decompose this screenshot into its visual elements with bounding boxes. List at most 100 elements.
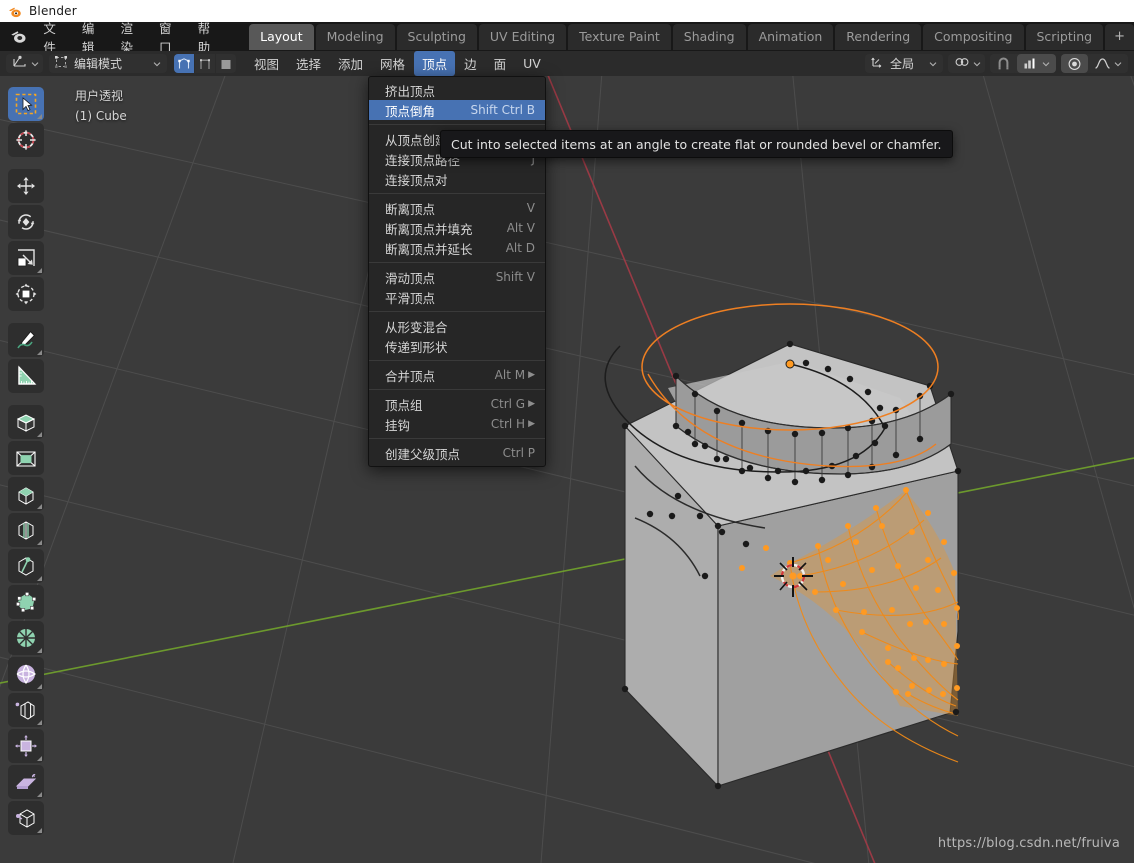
tool-measure[interactable] [8,359,44,393]
chevron-down-icon [153,57,161,71]
tool-bevel[interactable] [8,477,44,511]
menu-item-propagate-to-shapes[interactable]: 传递到形状 [369,336,545,356]
header-right-group: 全局 [865,54,1128,73]
tool-rip-region[interactable] [8,801,44,835]
tab-shading[interactable]: Shading [672,23,746,50]
menu-item-bevel-vertices[interactable]: 顶点倒角 Shift Ctrl B [369,100,545,120]
tool-knife[interactable] [8,549,44,583]
menu-item-smooth-vertices[interactable]: 平滑顶点 [369,287,545,307]
tool-loop-cut[interactable] [8,513,44,547]
tool-annotate[interactable] [8,323,44,357]
tab-scripting[interactable]: Scripting [1025,23,1104,50]
vp-menu-view[interactable]: 视图 [246,51,287,76]
tool-rotate[interactable] [8,205,44,239]
tool-move[interactable] [8,169,44,203]
tool-extrude-region[interactable] [8,405,44,439]
add-workspace-button[interactable]: + [1105,23,1134,50]
chevron-down-icon [1042,57,1050,71]
mode-selector[interactable]: 编辑模式 [49,54,167,73]
tool-submenu-corner-icon [37,432,42,437]
menu-separator [369,311,545,312]
3d-viewport[interactable]: 用户透视 (1) Cube https://blog.csdn.net/frui… [0,76,1134,863]
tab-rendering[interactable]: Rendering [835,23,922,50]
vp-menu-add[interactable]: 添加 [330,51,371,76]
tab-texture-paint[interactable]: Texture Paint [568,23,671,50]
blender-top-bar: 文件 编辑 渲染 窗口 帮助 Layout Modeling Sculpting… [0,21,1134,55]
menu-item-blend-from-shape[interactable]: 从形变混合 [369,316,545,336]
tool-spin[interactable] [8,621,44,655]
mode-label: 编辑模式 [74,57,123,71]
blender-icon[interactable] [7,28,30,45]
chevron-down-icon [31,57,39,71]
menu-item-merge-vertices[interactable]: 合并顶点 Alt M ▶ [369,365,545,385]
vp-menu-select[interactable]: 选择 [288,51,329,76]
tab-modeling[interactable]: Modeling [315,23,395,50]
tab-layout[interactable]: Layout [249,23,314,50]
face-select-icon[interactable] [216,54,236,73]
menu-item-label: 顶点倒角 [385,103,436,119]
submenu-arrow-icon: ▶ [528,370,535,380]
tab-sculpting[interactable]: Sculpting [396,23,477,50]
menu-item-shortcut: Alt D [505,241,535,255]
tool-smooth[interactable] [8,657,44,691]
menu-item-make-vertex-parent[interactable]: 创建父级顶点 Ctrl P [369,443,545,463]
tool-submenu-corner-icon [37,756,42,761]
menu-separator [369,389,545,390]
tab-uv-editing[interactable]: UV Editing [478,23,567,50]
editor-type-button[interactable] [6,54,43,73]
tool-tweak[interactable] [8,87,44,121]
menu-item-label: 从形变混合 [385,319,448,335]
menu-item-shortcut: Ctrl H [490,417,526,431]
edge-select-icon[interactable] [195,54,215,73]
toolbar-gap [8,159,44,167]
menu-item-vertex-groups[interactable]: 顶点组 Ctrl G ▶ [369,394,545,414]
vp-menu-vertex[interactable]: 顶点 [414,51,456,76]
tool-inset-faces[interactable] [8,441,44,475]
tool-edge-slide[interactable] [8,693,44,727]
tool-submenu-corner-icon [37,576,42,581]
blender-logo-icon [8,4,22,18]
chevron-down-icon [973,57,981,71]
edit-mode-icon [54,55,68,72]
menu-item-rip-vertices-fill[interactable]: 断离顶点并填充 Alt V [369,218,545,238]
tooltip-text: Cut into selected items at an angle to c… [451,136,942,152]
pivot-point-button[interactable] [948,54,985,73]
menu-item-label: 挤出顶点 [385,83,436,99]
tool-transform[interactable] [8,277,44,311]
smooth-falloff-icon[interactable] [1088,54,1128,73]
tab-compositing[interactable]: Compositing [923,23,1024,50]
menu-item-label: 顶点组 [385,397,423,413]
tool-scale[interactable] [8,241,44,275]
tab-animation[interactable]: Animation [747,23,834,50]
vp-menu-face[interactable]: 面 [486,51,515,76]
menu-item-shortcut: Alt M [494,368,526,382]
menu-item-slide-vertices[interactable]: 滑动顶点 Shift V [369,267,545,287]
chevron-down-icon [929,57,937,71]
viewport-menus: 视图 选择 添加 网格 顶点 边 面 UV [246,51,549,76]
menu-separator [369,193,545,194]
menu-item-rip-vertices-extend[interactable]: 断离顶点并延长 Alt D [369,238,545,258]
menu-item-label: 断离顶点 [385,201,436,217]
menu-item-extrude-vertices[interactable]: 挤出顶点 [369,80,545,100]
menu-item-hooks[interactable]: 挂钩 Ctrl H ▶ [369,414,545,434]
tool-shear[interactable] [8,765,44,799]
transform-orientation-selector[interactable]: 全局 [865,54,943,73]
menu-item-label: 合并顶点 [385,368,436,384]
vp-menu-edge[interactable]: 边 [456,51,485,76]
menu-item-label: 滑动顶点 [385,270,436,286]
vertex-select-icon[interactable] [174,54,194,73]
tool-poly-build[interactable] [8,585,44,619]
proportional-edit-icon[interactable] [1061,54,1088,73]
snap-magnet-icon[interactable] [990,54,1017,73]
tool-shrink-fatten[interactable] [8,729,44,763]
menu-item-label: 平滑顶点 [385,290,436,306]
menu-item-rip-vertices[interactable]: 断离顶点 V [369,198,545,218]
vp-menu-uv[interactable]: UV [515,53,549,74]
menu-item-connect-vertex-pairs[interactable]: 连接顶点对 [369,169,545,189]
viewport-toolbar [8,87,44,835]
tool-submenu-corner-icon [37,792,42,797]
snap-to-selector[interactable] [1017,54,1056,73]
toolbar-gap [8,313,44,321]
vp-menu-mesh[interactable]: 网格 [372,51,413,76]
tool-cursor[interactable] [8,123,44,157]
